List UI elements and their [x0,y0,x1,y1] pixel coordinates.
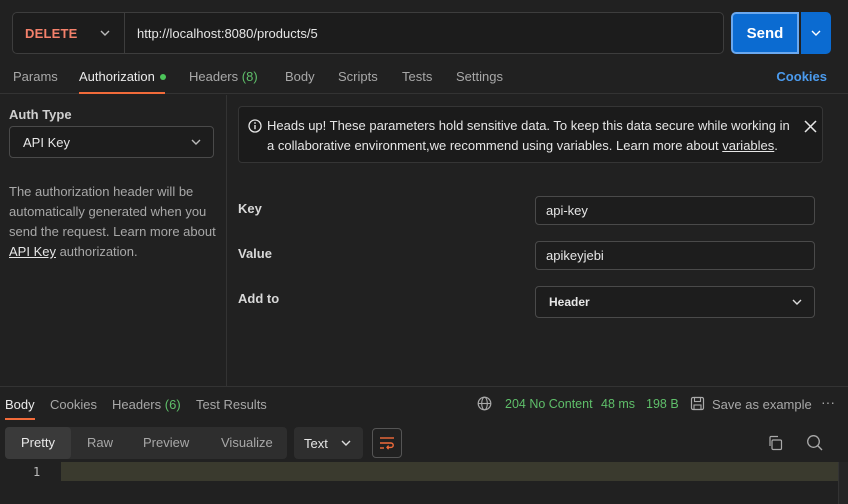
api-key-docs-link[interactable]: API Key [9,244,56,259]
chevron-down-icon [191,139,201,145]
info-icon [248,119,262,133]
format-pretty[interactable]: Pretty [21,435,55,450]
value-input[interactable] [535,241,815,270]
tab-headers-count: (8) [241,69,258,84]
close-icon[interactable] [804,120,817,133]
active-tab-underline [79,92,165,94]
tab-tests[interactable]: Tests [402,69,432,84]
response-tabs: Body Cookies Headers (6) Test Results 20… [0,386,848,420]
response-format-tabs: Pretty Raw Preview Visualize [5,427,287,459]
value-label: Value [238,246,272,261]
key-label: Key [238,201,262,216]
active-indicator-dot [159,73,166,80]
text-type-select[interactable]: Text [294,427,363,459]
line-number: 1 [33,465,41,479]
tab-headers[interactable]: Headers (8) [189,69,258,84]
alert-message-suffix: . [774,138,778,153]
add-to-select[interactable]: Header [535,286,815,318]
url-input[interactable]: http://localhost:8080/products/5 [125,26,318,41]
auth-description: The authorization header will be automat… [9,182,219,262]
tab-headers-label: Headers [189,69,239,84]
alert-message: Heads up! These parameters hold sensitiv… [267,116,797,156]
auth-type-value: API Key [23,134,70,150]
response-tab-body[interactable]: Body [5,397,35,412]
format-preview[interactable]: Preview [143,435,189,450]
save-icon [690,396,705,411]
globe-icon[interactable] [477,396,492,411]
format-raw[interactable]: Raw [87,435,113,450]
auth-type-select[interactable]: API Key [9,126,214,158]
auth-description-text: The authorization header will be automat… [9,184,216,239]
sensitive-data-alert: Heads up! These parameters hold sensitiv… [238,106,823,163]
tab-authorization-label: Authorization [79,69,155,84]
tab-body[interactable]: Body [285,69,315,84]
response-tab-headers-count: (6) [164,397,181,412]
tab-authorization[interactable]: Authorization [79,69,166,84]
search-icon[interactable] [806,434,823,451]
method-label: DELETE [25,25,78,41]
variables-link[interactable]: variables [722,138,774,153]
text-type-value: Text [304,435,328,451]
response-tab-headers-label: Headers [112,397,162,412]
editor-scrollbar[interactable] [838,462,848,504]
wrap-lines-icon [380,437,394,450]
auth-description-suffix: authorization. [55,244,138,259]
save-as-example-button[interactable]: Save as example [712,397,812,412]
chevron-down-icon [792,299,802,305]
auth-type-label: Auth Type [9,107,72,122]
chevron-down-icon [100,30,110,36]
tab-params[interactable]: Params [13,69,58,84]
response-time[interactable]: 48 ms [601,397,635,411]
copy-icon[interactable] [767,435,783,451]
response-status[interactable]: 204 No Content [505,397,593,411]
response-size[interactable]: 198 B [646,397,679,411]
cookies-link[interactable]: Cookies [776,69,827,84]
response-tab-cookies[interactable]: Cookies [50,397,97,412]
wrap-lines-button[interactable] [372,428,402,458]
url-bar: DELETE http://localhost:8080/products/5 [12,12,724,54]
tab-settings[interactable]: Settings [456,69,503,84]
response-body-editor[interactable] [61,462,839,481]
request-tabs: Params Authorization Headers (8) Body Sc… [0,62,848,94]
add-to-value: Header [549,295,590,309]
alert-message-text: Heads up! These parameters hold sensitiv… [267,118,790,153]
send-options-button[interactable] [801,12,831,54]
response-tab-test-results[interactable]: Test Results [196,397,267,412]
format-visualize[interactable]: Visualize [221,435,273,450]
more-options-icon[interactable]: ··· [821,394,835,410]
key-input[interactable] [535,196,815,225]
response-tab-headers[interactable]: Headers (6) [112,397,181,412]
chevron-down-icon [341,440,351,446]
add-to-label: Add to [238,291,280,306]
response-active-underline [5,418,35,420]
tab-scripts[interactable]: Scripts [338,69,378,84]
chevron-down-icon [811,30,821,36]
method-select[interactable]: DELETE [13,13,125,53]
send-button[interactable]: Send [731,12,799,54]
